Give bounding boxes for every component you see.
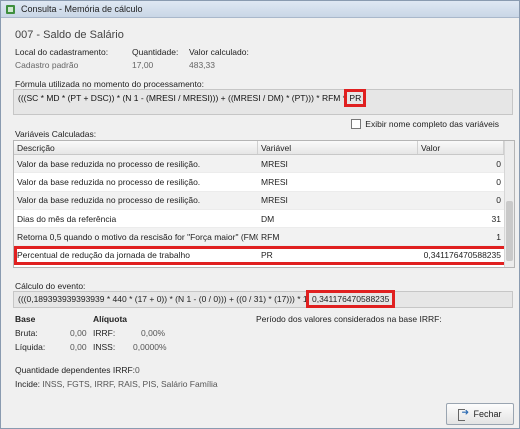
event-calc-text: (((0,189393939393939 * 440 * (17 + 0)) *… (18, 294, 310, 304)
page-title: 007 - Saldo de Salário (15, 29, 124, 41)
table-row[interactable]: Valor da base reduzida no processo de re… (14, 173, 514, 192)
row-description: Valor da base reduzida no processo de re… (17, 195, 201, 206)
row-variable: RFM (261, 231, 280, 242)
liquida-value: 0,00 (70, 342, 87, 352)
irrf-value: 0,00% (141, 328, 166, 338)
show-full-name-option[interactable]: Exibir nome completo das variáveis (351, 119, 499, 129)
table-header: Descrição Variável Valor (14, 141, 514, 155)
app-icon (5, 4, 16, 15)
row-description: Valor da base reduzida no processo de re… (17, 176, 201, 187)
inss-value: 0,0000% (133, 342, 167, 352)
column-header-description[interactable]: Descrição (14, 141, 258, 154)
window-title: Consulta - Memória de cálculo (21, 4, 143, 14)
row-value: 0 (496, 158, 501, 169)
aliquota-title: Alíquota (93, 314, 127, 324)
quantity-label: Quantidade: (132, 47, 179, 57)
formula-field[interactable]: (((SC * MD * (PT + DSC)) * (N 1 - (MRESI… (13, 89, 513, 115)
table-row[interactable]: Valor da base reduzida no processo de re… (14, 191, 514, 210)
consulta-window: Consulta - Memória de cálculo 007 - Sald… (0, 0, 520, 429)
row-description: Retorna 0,5 quando o motivo da rescisão … (17, 231, 258, 242)
table-row[interactable]: Retorna 0,5 quando o motivo da rescisão … (14, 228, 514, 247)
show-full-name-checkbox[interactable] (351, 119, 362, 129)
table-row[interactable]: Dias do mês da referência DM 31 (14, 210, 514, 229)
table-row-selected[interactable]: Percentual de redução da jornada de trab… (14, 246, 514, 265)
local-label: Local do cadastramento: (15, 47, 109, 57)
event-calc-field[interactable]: (((0,189393939393939 * 440 * (17 + 0)) *… (13, 290, 513, 308)
period-label: Período dos valores considerados na base… (256, 314, 442, 324)
dependents-label: Quantidade dependentes IRRF: (15, 365, 136, 375)
table-row[interactable]: Valor da base reduzida no processo de re… (14, 155, 514, 174)
calculated-value: 483,33 (189, 60, 215, 70)
row-variable: DM (261, 213, 275, 224)
quantity-value: 17,00 (132, 60, 154, 70)
incide-label: Incide: (15, 379, 41, 389)
event-calc-result: 0,341176470588235 (305, 290, 396, 308)
event-calc-label: Cálculo do evento: (15, 281, 86, 291)
incide-row: Incide: INSS, FGTS, IRRF, RAIS, PIS, Sal… (15, 379, 218, 389)
exit-icon (458, 407, 469, 421)
scrollbar-thumb[interactable] (506, 201, 513, 261)
row-variable: MRESI (261, 195, 288, 206)
close-button-label: Fechar (473, 409, 502, 419)
close-button[interactable]: Fechar (446, 403, 514, 425)
local-info: Local do cadastramento: Cadastro padrão (15, 47, 108, 70)
row-value: 0 (496, 195, 501, 206)
bruta-value: 0,00 (70, 328, 87, 338)
bruta-label: Bruta: (15, 328, 38, 338)
row-description: Dias do mês da referência (17, 213, 117, 224)
row-variable: PR (261, 250, 273, 261)
show-full-name-label: Exibir nome completo das variáveis (365, 119, 499, 129)
formula-pr-highlight: PR (344, 89, 367, 107)
row-variable: MRESI (261, 176, 288, 187)
dependents-value: 0 (135, 365, 140, 375)
row-value: 31 (491, 213, 501, 224)
row-variable: MRESI (261, 158, 288, 169)
variables-label: Variáveis Calculadas: (15, 129, 97, 139)
local-value: Cadastro padrão (15, 60, 79, 70)
row-description: Percentual de redução da jornada de trab… (17, 250, 190, 261)
calculated-info: Valor calculado: 483,33 (189, 47, 249, 70)
dependents-row: Quantidade dependentes IRRF:0 (15, 365, 140, 375)
inss-label: INSS: (93, 342, 116, 352)
column-header-variable[interactable]: Variável (258, 141, 418, 154)
calculated-label: Valor calculado: (189, 47, 249, 57)
liquida-label: Líquida: (15, 342, 46, 352)
variables-table: Descrição Variável Valor Valor da base r… (13, 140, 515, 268)
formula-text: (((SC * MD * (PT + DSC)) * (N 1 - (MRESI… (18, 93, 349, 103)
row-value: 0 (496, 176, 501, 187)
column-header-value[interactable]: Valor (418, 141, 504, 154)
row-value: 0,341176470588235 (423, 250, 501, 261)
irrf-label: IRRF: (93, 328, 116, 338)
incide-value: INSS, FGTS, IRRF, RAIS, PIS, Salário Fam… (42, 379, 218, 389)
title-bar: Consulta - Memória de cálculo (1, 1, 519, 18)
base-title: Base (15, 314, 36, 324)
row-value: 1 (496, 231, 501, 242)
formula-label: Fórmula utilizada no momento do processa… (15, 79, 204, 89)
table-scrollbar[interactable] (504, 141, 514, 267)
quantity-info: Quantidade: 17,00 (132, 47, 178, 70)
row-description: Valor da base reduzida no processo de re… (17, 158, 201, 169)
